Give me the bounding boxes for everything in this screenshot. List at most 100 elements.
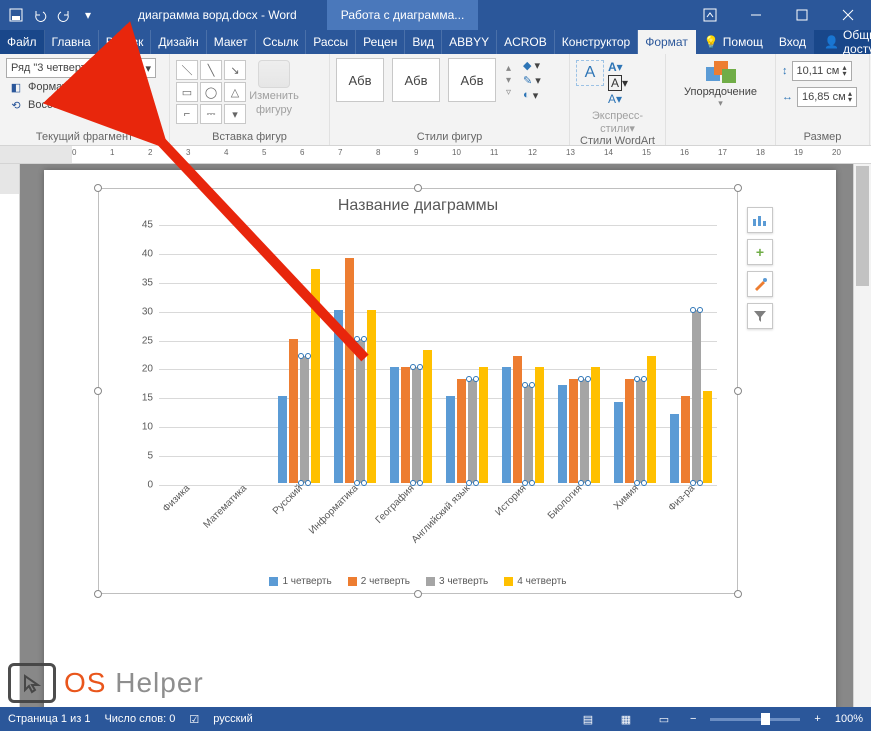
tab-acrob[interactable]: ACROB — [497, 30, 555, 54]
legend-item[interactable]: 1 четверть — [269, 576, 331, 587]
bar[interactable] — [356, 339, 365, 483]
bar[interactable] — [468, 379, 477, 483]
shape-more-icon[interactable]: ▾ — [224, 104, 246, 124]
text-effects-button[interactable]: A▾ — [608, 92, 628, 106]
bar[interactable] — [401, 367, 410, 483]
bar[interactable] — [513, 356, 522, 483]
resize-handle[interactable] — [734, 387, 742, 395]
chart-legend[interactable]: 1 четверть 2 четверть 3 четверть 4 четверть — [99, 576, 737, 587]
bar[interactable] — [446, 396, 455, 483]
scrollbar-thumb[interactable] — [856, 166, 869, 286]
shape-style-2[interactable]: Абв — [392, 58, 440, 102]
chart-element-selector[interactable]: Ряд "3 четверть"▾ — [6, 58, 156, 78]
shape-line-icon[interactable]: ＼ — [176, 60, 198, 80]
bar[interactable] — [591, 367, 600, 483]
resize-handle[interactable] — [734, 590, 742, 598]
shape-brace-icon[interactable]: ⎓ — [200, 104, 222, 124]
bar[interactable] — [670, 414, 679, 483]
bar[interactable] — [580, 379, 589, 483]
legend-item[interactable]: 3 четверть — [426, 576, 488, 587]
resize-handle[interactable] — [414, 590, 422, 598]
resize-handle[interactable] — [94, 590, 102, 598]
text-outline-button[interactable]: A▾ — [608, 76, 628, 90]
legend-item[interactable]: 2 четверть — [348, 576, 410, 587]
shape-fill-button[interactable]: ◆▾ — [523, 59, 541, 72]
bar[interactable] — [625, 379, 634, 483]
legend-item[interactable]: 4 четверть — [504, 576, 566, 587]
shape-outline-button[interactable]: ✎▾ — [523, 74, 541, 87]
height-input[interactable]: 10,11 см▴▾ — [792, 61, 852, 81]
read-mode-button[interactable]: ▤ — [576, 710, 600, 728]
vertical-scrollbar[interactable] — [853, 164, 871, 707]
shape-style-3[interactable]: Абв — [448, 58, 496, 102]
close-button[interactable] — [825, 0, 871, 30]
tell-me-button[interactable]: 💡Помощ — [696, 35, 771, 49]
chart-styles-button[interactable] — [747, 271, 773, 297]
bar[interactable] — [300, 356, 309, 483]
minimize-button[interactable] — [733, 0, 779, 30]
bar[interactable] — [569, 379, 578, 483]
shape-oval-icon[interactable]: ◯ — [200, 82, 222, 102]
chart-object[interactable]: Название диаграммы 051015202530354045 Фи… — [98, 188, 738, 594]
shape-arrow-icon[interactable]: ↘ — [224, 60, 246, 80]
bar[interactable] — [636, 379, 645, 483]
vertical-ruler[interactable] — [0, 164, 20, 707]
bar[interactable] — [681, 396, 690, 483]
resize-handle[interactable] — [94, 387, 102, 395]
bar[interactable] — [457, 379, 466, 483]
share-button[interactable]: 👤Общий доступ — [814, 30, 871, 54]
document-area[interactable]: Название диаграммы 051015202530354045 Фи… — [20, 164, 853, 707]
bar[interactable] — [345, 258, 354, 483]
bar[interactable] — [423, 350, 432, 483]
reset-style-button[interactable]: ⟲ Восстановить стиль — [6, 96, 163, 114]
bar[interactable] — [502, 367, 511, 483]
spellcheck-icon[interactable]: ☑ — [189, 713, 199, 726]
format-selection-button[interactable]: ◧ Формат выделенного — [6, 78, 163, 96]
qat-dropdown-icon[interactable]: ▾ — [78, 5, 98, 25]
print-layout-button[interactable]: ▦ — [614, 710, 638, 728]
bar[interactable] — [614, 402, 623, 483]
plot-area[interactable]: 051015202530354045 — [159, 225, 717, 483]
undo-icon[interactable] — [30, 5, 50, 25]
bar[interactable] — [367, 310, 376, 483]
zoom-thumb[interactable] — [761, 713, 770, 725]
chart-elements-button[interactable] — [747, 207, 773, 233]
bar[interactable] — [535, 367, 544, 483]
tab-рецен[interactable]: Рецен — [356, 30, 405, 54]
resize-handle[interactable] — [94, 184, 102, 192]
bar[interactable] — [692, 310, 701, 483]
tab-формат[interactable]: Формат — [638, 30, 696, 54]
shape-style-1[interactable]: Абв — [336, 58, 384, 102]
horizontal-ruler[interactable]: 01234567891011121314151617181920 — [0, 146, 871, 164]
resize-handle[interactable] — [414, 184, 422, 192]
gallery-up-icon[interactable]: ▴ — [506, 63, 511, 74]
bar[interactable] — [311, 269, 320, 483]
tab-ссылк[interactable]: Ссылк — [256, 30, 307, 54]
bar[interactable] — [334, 310, 343, 483]
shape-effects-button[interactable]: ◐▾ — [523, 89, 541, 102]
bar[interactable] — [524, 385, 533, 483]
bar[interactable] — [558, 385, 567, 483]
chart-title[interactable]: Название диаграммы — [99, 189, 737, 219]
shape-line2-icon[interactable]: ╲ — [200, 60, 222, 80]
bar[interactable] — [647, 356, 656, 483]
tab-дизайн[interactable]: Дизайн — [151, 30, 206, 54]
zoom-out-button[interactable]: − — [690, 713, 696, 725]
tab-макет[interactable]: Макет — [207, 30, 256, 54]
tab-вид[interactable]: Вид — [405, 30, 442, 54]
arrange-button[interactable]: Упорядочение — [684, 86, 757, 98]
maximize-button[interactable] — [779, 0, 825, 30]
chart-filter-button[interactable] — [747, 303, 773, 329]
gallery-more-icon[interactable]: ▿ — [506, 87, 511, 98]
ribbon-collapse-icon[interactable] — [687, 0, 733, 30]
language-indicator[interactable]: русский — [213, 713, 252, 725]
tab-главна[interactable]: Главна — [45, 30, 99, 54]
save-icon[interactable] — [6, 5, 26, 25]
bar[interactable] — [278, 396, 287, 483]
shape-rect-icon[interactable]: ▭ — [176, 82, 198, 102]
shape-gallery[interactable]: ＼ ╲ ↘ ▭ ◯ △ ⌐ ⎓ ▾ — [176, 60, 246, 124]
arrange-icon[interactable] — [703, 56, 739, 86]
tab-конструктор[interactable]: Конструктор — [555, 30, 638, 54]
bar[interactable] — [703, 391, 712, 483]
tab-файл[interactable]: Файл — [0, 30, 45, 54]
